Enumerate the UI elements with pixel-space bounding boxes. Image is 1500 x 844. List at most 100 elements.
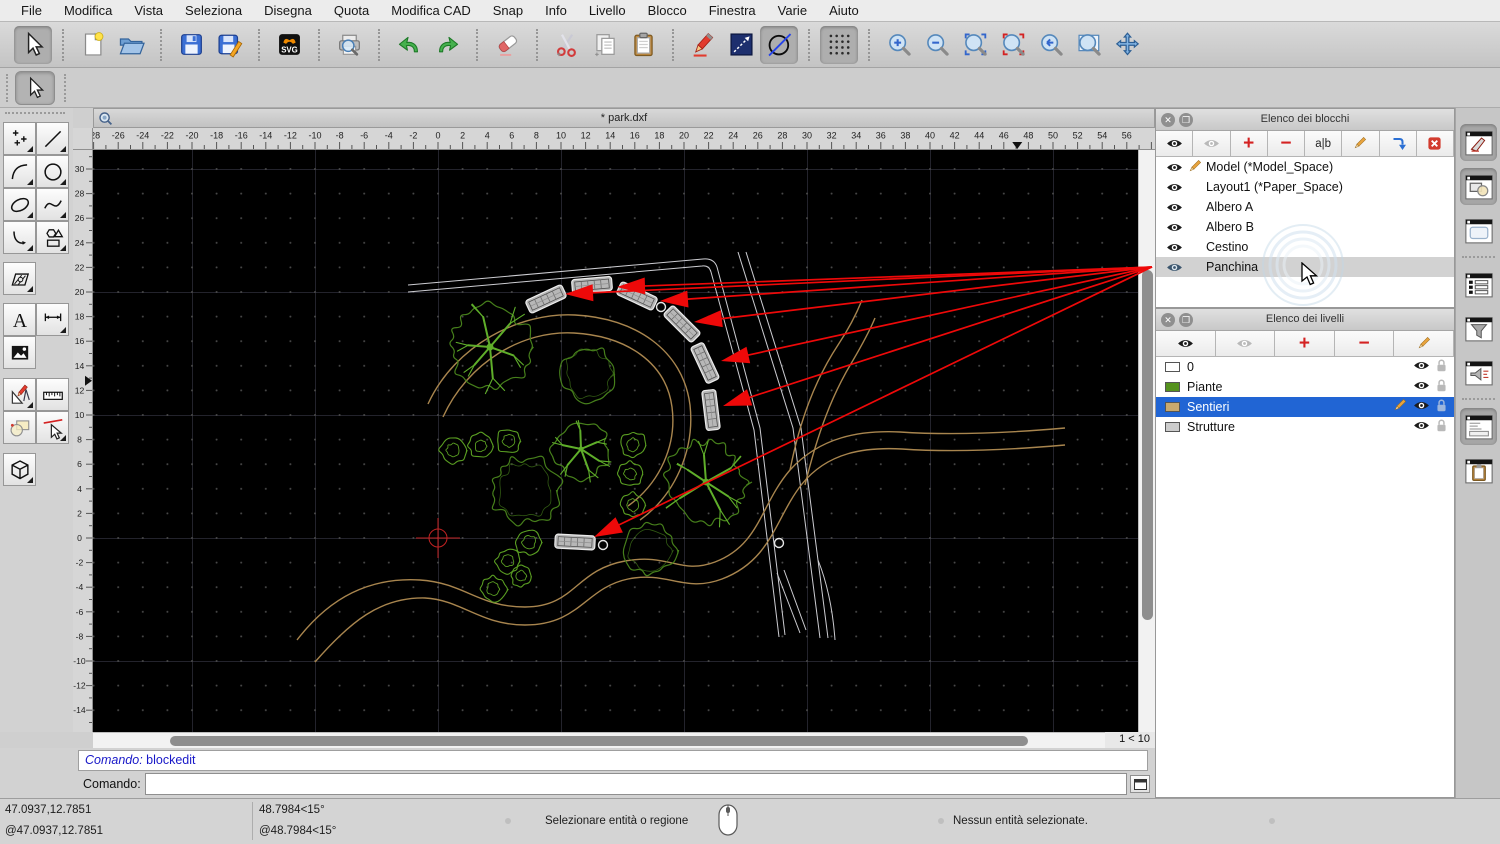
layers-add-button[interactable]: + [1275, 331, 1335, 356]
layer-lock-icon[interactable] [1435, 378, 1448, 396]
undock-icon[interactable]: ❐ [1179, 113, 1193, 127]
block-row-albero[interactable]: Albero A [1156, 197, 1454, 217]
layer-row-piante[interactable]: Piante [1156, 377, 1454, 397]
layer-row-0[interactable]: 0 [1156, 357, 1454, 377]
block-visibility-eye-icon[interactable] [1164, 261, 1184, 274]
clipboard-dock-button[interactable] [1460, 452, 1497, 489]
horizontal-scrollbar-thumb[interactable] [170, 736, 1028, 746]
menu-finestra[interactable]: Finestra [698, 0, 767, 22]
menu-aiuto[interactable]: Aiuto [818, 0, 870, 22]
command-panel-toggle-icon[interactable] [1130, 775, 1150, 793]
zoom-in-button[interactable] [880, 26, 918, 64]
menu-info[interactable]: Info [534, 0, 578, 22]
layers-edit-pencil-button[interactable] [1394, 331, 1454, 356]
menu-file[interactable]: File [10, 0, 53, 22]
layers-eye-button[interactable] [1156, 331, 1216, 356]
vertical-scrollbar-thumb[interactable] [1142, 270, 1153, 620]
document-titlebar[interactable]: * park.dxf [93, 108, 1155, 128]
menu-vista[interactable]: Vista [123, 0, 174, 22]
image-tool-button[interactable] [3, 336, 36, 369]
block-tools-dock-button[interactable] [1460, 168, 1497, 205]
close-icon[interactable]: ✕ [1161, 313, 1175, 327]
selection-tool-button[interactable] [15, 71, 55, 105]
command-input[interactable] [145, 773, 1127, 795]
drawing-canvas[interactable] [93, 150, 1138, 732]
close-icon[interactable]: ✕ [1161, 113, 1175, 127]
zoom-previous-button[interactable] [1032, 26, 1070, 64]
menu-quota[interactable]: Quota [323, 0, 380, 22]
block-visibility-eye-icon[interactable] [1164, 161, 1184, 174]
list-dock-button[interactable] [1460, 266, 1497, 303]
command-line-dock-button[interactable] [1460, 408, 1497, 445]
block-visibility-eye-icon[interactable] [1164, 241, 1184, 254]
line-tool-button[interactable] [36, 122, 69, 155]
measure-tool-button[interactable] [36, 378, 69, 411]
layers-remove-button[interactable]: − [1335, 331, 1395, 356]
layer-visibility-eye-icon[interactable] [1413, 359, 1430, 375]
blocks-add-button[interactable]: + [1231, 131, 1268, 156]
menu-modifica-cad[interactable]: Modifica CAD [380, 0, 481, 22]
blocks-insert-button[interactable] [1380, 131, 1417, 156]
menu-disegna[interactable]: Disegna [253, 0, 323, 22]
block-visibility-eye-icon[interactable] [1164, 201, 1184, 214]
zoom-auto-button[interactable] [956, 26, 994, 64]
cut-button[interactable] [548, 26, 586, 64]
circle-tool-button[interactable] [36, 155, 69, 188]
zoom-selection-button[interactable] [994, 26, 1032, 64]
layer-lock-icon[interactable] [1435, 358, 1448, 376]
block-row-panchina[interactable]: Panchina [1156, 257, 1454, 277]
blocks-rename-button[interactable]: a|b [1305, 131, 1342, 156]
ellipse-tool-button[interactable] [3, 188, 36, 221]
blocks-eye-button[interactable] [1156, 131, 1193, 156]
toolbar-drag-handle[interactable] [6, 74, 8, 102]
blocks-remove-button[interactable]: − [1268, 131, 1305, 156]
block-visibility-eye-icon[interactable] [1164, 181, 1184, 194]
zoom-out-button[interactable] [918, 26, 956, 64]
edit-tools-tool-button[interactable] [3, 378, 36, 411]
spline-tool-button[interactable] [36, 188, 69, 221]
block-row-layout1[interactable]: Layout1 (*Paper_Space) [1156, 177, 1454, 197]
zoom-window-button[interactable] [1070, 26, 1108, 64]
undo-button[interactable] [390, 26, 428, 64]
modify-tool-button[interactable] [36, 411, 69, 444]
layer-lock-icon[interactable] [1435, 398, 1448, 416]
arc-tool-button[interactable] [3, 155, 36, 188]
text-tool-button[interactable]: A [3, 303, 36, 336]
paste-button[interactable] [624, 26, 662, 64]
vertical-scrollbar[interactable] [1138, 150, 1155, 732]
dimension-tool-button[interactable] [36, 303, 69, 336]
layer-list-titlebar[interactable]: ✕ ❐ Elenco dei livelli [1156, 309, 1454, 331]
pencil-button[interactable] [684, 26, 722, 64]
pointer-button[interactable] [14, 26, 52, 64]
viewport-dock-button[interactable] [1460, 212, 1497, 249]
horizontal-scrollbar[interactable] [93, 732, 1105, 748]
layer-row-sentieri[interactable]: Sentieri [1156, 397, 1454, 417]
polyline-tool-button[interactable] [3, 221, 36, 254]
save-file-button[interactable] [172, 26, 210, 64]
redo-button[interactable] [428, 26, 466, 64]
block-row-albero[interactable]: Albero B [1156, 217, 1454, 237]
block-visibility-eye-icon[interactable] [1164, 221, 1184, 234]
menu-modifica[interactable]: Modifica [53, 0, 123, 22]
box3d-tool-button[interactable] [3, 453, 36, 486]
layer-visibility-eye-icon[interactable] [1413, 379, 1430, 395]
undock-icon[interactable]: ❐ [1179, 313, 1193, 327]
save-as-button[interactable] [210, 26, 248, 64]
layer-row-strutture[interactable]: Strutture [1156, 417, 1454, 437]
edit-line-button[interactable] [722, 26, 760, 64]
block-row-model[interactable]: Model (*Model_Space) [1156, 157, 1454, 177]
blocks-eye-off-button[interactable] [1193, 131, 1230, 156]
layer-visibility-eye-icon[interactable] [1413, 399, 1430, 415]
new-file-button[interactable] [74, 26, 112, 64]
pan-button[interactable] [1108, 26, 1146, 64]
info-tool-button[interactable] [3, 411, 36, 444]
blocks-edit-pencil-button[interactable] [1342, 131, 1379, 156]
open-file-button[interactable] [112, 26, 150, 64]
filter-dock-button[interactable] [1460, 310, 1497, 347]
menu-seleziona[interactable]: Seleziona [174, 0, 253, 22]
layer-visibility-eye-icon[interactable] [1413, 419, 1430, 435]
menu-snap[interactable]: Snap [482, 0, 534, 22]
shapes-tool-button[interactable] [36, 221, 69, 254]
svg-export-button[interactable]: SVG [270, 26, 308, 64]
layer-lock-icon[interactable] [1435, 418, 1448, 436]
